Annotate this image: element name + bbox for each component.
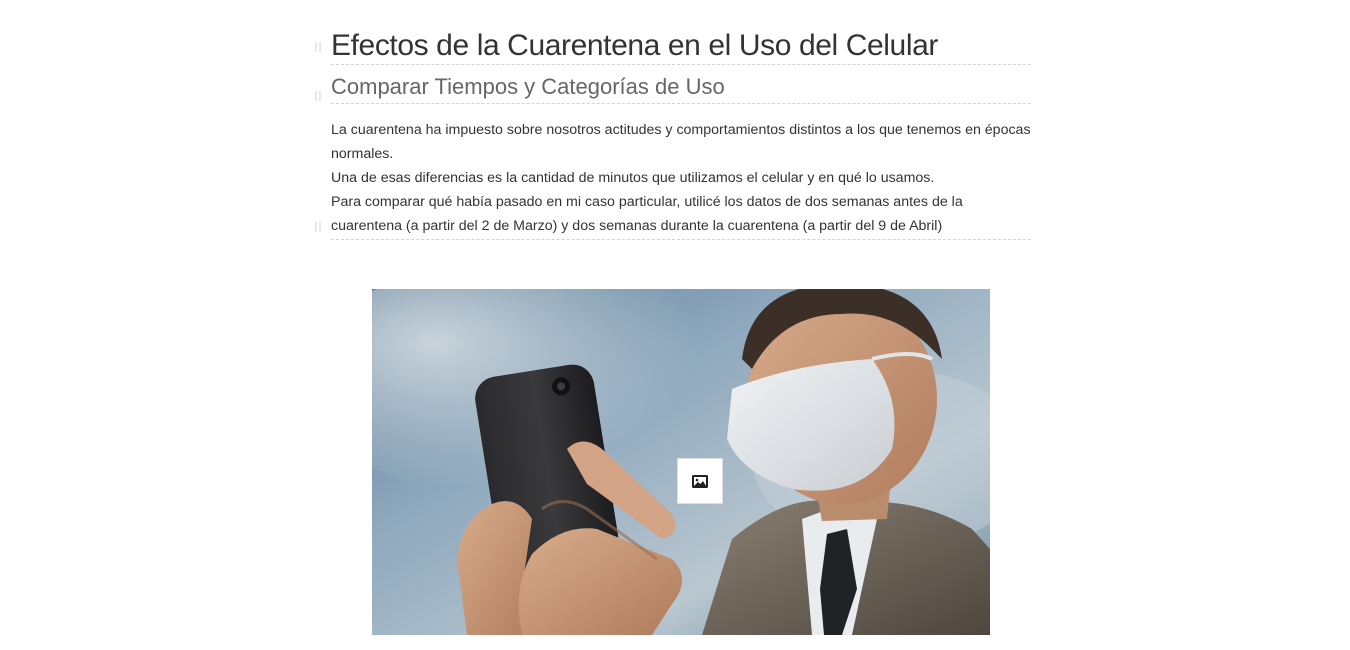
story-body[interactable]: La cuarentena ha impuesto sobre nosotros… bbox=[331, 118, 1031, 239]
text-block[interactable]: La cuarentena ha impuesto sobre nosotros… bbox=[315, 118, 1031, 240]
story-title[interactable]: Efectos de la Cuarentena en el Uso del C… bbox=[331, 28, 1031, 64]
title-block[interactable]: Efectos de la Cuarentena en el Uso del C… bbox=[315, 28, 1031, 65]
media-image[interactable] bbox=[372, 289, 990, 635]
drag-handle[interactable] bbox=[315, 42, 321, 52]
paragraph: Para comparar qué había pasado en mi cas… bbox=[331, 194, 963, 234]
story-content: Efectos de la Cuarentena en el Uso del C… bbox=[315, 28, 1031, 240]
story-subtitle[interactable]: Comparar Tiempos y Categorías de Uso bbox=[331, 73, 1031, 103]
subtitle-block[interactable]: Comparar Tiempos y Categorías de Uso bbox=[315, 73, 1031, 104]
drag-handle[interactable] bbox=[315, 222, 321, 232]
paragraph: Una de esas diferencias es la cantidad d… bbox=[331, 170, 935, 186]
paragraph: La cuarentena ha impuesto sobre nosotros… bbox=[331, 122, 1031, 162]
drag-handle[interactable] bbox=[315, 91, 321, 101]
image-placeholder-badge[interactable] bbox=[677, 458, 723, 504]
image-icon bbox=[692, 474, 708, 488]
